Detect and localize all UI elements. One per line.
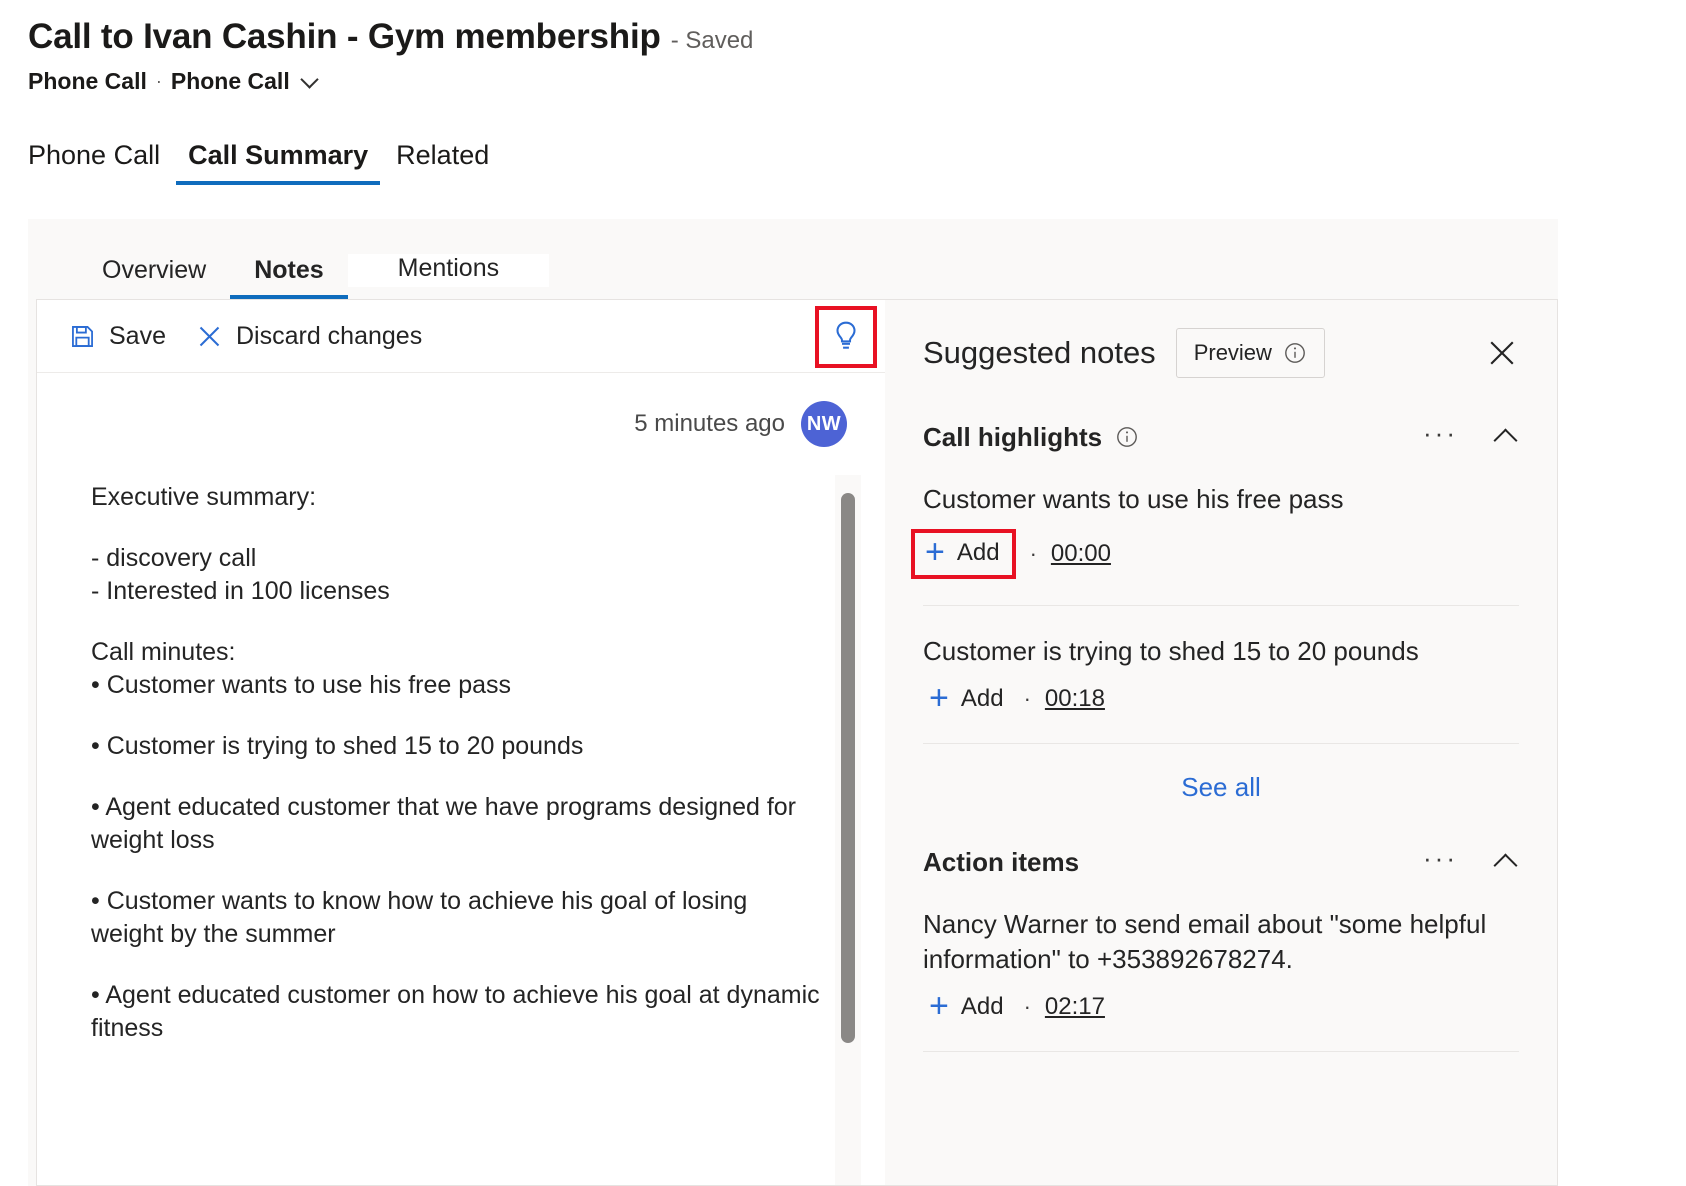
note-meta: 5 minutes ago NW <box>37 373 885 447</box>
separator: · <box>1024 686 1031 712</box>
divider <box>923 1051 1519 1052</box>
discard-changes-button[interactable]: Discard changes <box>196 322 422 351</box>
avatar[interactable]: NW <box>801 401 847 447</box>
summary-tab-list: Overview Notes Mentions <box>28 219 1558 299</box>
notes-toolbar: Save Discard changes <box>37 300 885 373</box>
plus-icon: + <box>929 687 949 711</box>
add-highlight-button[interactable]: + Add <box>923 681 1010 717</box>
note-summary-bullet-2: - Interested in 100 licenses <box>91 575 825 608</box>
spacer <box>91 514 825 542</box>
list-item: Nancy Warner to send email about "some h… <box>885 907 1557 1025</box>
title-row: Call to Ivan Cashin - Gym membership - S… <box>28 18 1686 57</box>
save-button-label: Save <box>109 322 166 351</box>
section-header-action-items: Action items ··· <box>885 845 1557 879</box>
spacer <box>91 608 825 636</box>
breadcrumb: Phone Call · Phone Call <box>28 68 1686 95</box>
chevron-down-icon[interactable] <box>301 72 319 90</box>
tab-phone-call[interactable]: Phone Call <box>28 140 174 185</box>
timestamp-link[interactable]: 00:00 <box>1051 540 1111 568</box>
breadcrumb-entity-type: Phone Call <box>171 68 290 95</box>
note-minutes-bullet-2: • Customer is trying to shed 15 to 20 po… <box>91 730 825 763</box>
list-item: Customer is trying to shed 15 to 20 poun… <box>885 634 1557 717</box>
add-button-label: Add <box>957 539 1000 567</box>
suggested-notes-toggle-button[interactable] <box>815 306 877 368</box>
see-all-row: See all <box>885 744 1557 803</box>
action-item-actions: + Add · 02:17 <box>923 989 1519 1025</box>
note-minutes-bullet-4: • Customer wants to know how to achieve … <box>91 885 825 951</box>
spacer <box>91 763 825 791</box>
tab-call-summary[interactable]: Call Summary <box>174 140 382 185</box>
note-minutes-bullet-3: • Agent educated customer that we have p… <box>91 791 825 857</box>
note-timestamp: 5 minutes ago <box>634 410 785 438</box>
discard-button-label: Discard changes <box>236 322 422 351</box>
suggested-notes-header: Suggested notes Preview <box>885 300 1557 378</box>
ellipsis-icon[interactable]: ··· <box>1423 420 1458 454</box>
divider <box>923 605 1519 606</box>
record-header: Call to Ivan Cashin - Gym membership - S… <box>0 0 1686 95</box>
spacer <box>91 702 825 730</box>
plus-icon: + <box>925 541 945 565</box>
call-summary-panel: Overview Notes Mentions Save <box>28 219 1558 1186</box>
note-minutes-heading: Call minutes: <box>91 636 825 669</box>
separator: · <box>1030 541 1037 567</box>
notes-scrollbar-thumb[interactable] <box>841 493 855 1043</box>
close-x-icon <box>196 323 223 350</box>
subtab-overview[interactable]: Overview <box>78 256 230 299</box>
highlight-actions: + Add · 00:18 <box>923 681 1519 717</box>
action-item-text: Nancy Warner to send email about "some h… <box>923 907 1519 977</box>
add-highlight-button[interactable]: + Add <box>911 529 1016 579</box>
list-item: Customer wants to use his free pass + Ad… <box>885 482 1557 579</box>
notes-scrollbar[interactable] <box>835 475 861 1185</box>
breadcrumb-separator: · <box>156 71 162 92</box>
note-summary-bullet-1: - discovery call <box>91 542 825 575</box>
save-icon <box>69 323 96 350</box>
save-button[interactable]: Save <box>69 322 166 351</box>
note-minutes-bullet-1: • Customer wants to use his free pass <box>91 669 825 702</box>
preview-badge[interactable]: Preview <box>1176 328 1325 378</box>
page-title: Call to Ivan Cashin - Gym membership <box>28 18 661 57</box>
breadcrumb-entity-name: Phone Call <box>28 68 147 95</box>
spacer <box>91 951 825 979</box>
notes-panel: Save Discard changes 5 mi <box>36 299 885 1186</box>
suggested-notes-panel: Suggested notes Preview Call highlights <box>885 299 1558 1186</box>
form-tab-list: Phone Call Call Summary Related <box>0 127 1686 185</box>
info-icon <box>1283 341 1307 365</box>
see-all-link[interactable]: See all <box>1181 772 1261 803</box>
chevron-up-icon[interactable] <box>1493 424 1519 450</box>
subtab-mentions[interactable]: Mentions <box>348 254 549 287</box>
separator: · <box>1024 994 1031 1020</box>
highlight-actions: + Add · 00:00 <box>923 529 1519 579</box>
note-minutes-bullet-5: • Agent educated customer on how to achi… <box>91 979 825 1045</box>
save-status: - Saved <box>671 27 754 55</box>
note-body[interactable]: Executive summary: - discovery call - In… <box>37 447 885 1185</box>
chevron-up-icon[interactable] <box>1493 849 1519 875</box>
add-action-item-button[interactable]: + Add <box>923 989 1010 1025</box>
summary-panels: Save Discard changes 5 mi <box>36 299 1558 1186</box>
ellipsis-icon[interactable]: ··· <box>1423 845 1458 879</box>
highlight-text: Customer is trying to shed 15 to 20 poun… <box>923 634 1519 669</box>
close-panel-button[interactable] <box>1485 336 1519 370</box>
lightbulb-icon <box>831 320 861 354</box>
preview-badge-label: Preview <box>1194 340 1272 366</box>
section-title-call-highlights: Call highlights <box>923 422 1102 453</box>
suggested-notes-title: Suggested notes <box>923 335 1156 371</box>
spacer <box>91 857 825 885</box>
section-title-action-items: Action items <box>923 847 1079 878</box>
tab-related[interactable]: Related <box>382 140 503 185</box>
info-icon[interactable] <box>1115 425 1139 449</box>
note-summary-heading: Executive summary: <box>91 481 825 514</box>
add-button-label: Add <box>961 685 1004 713</box>
timestamp-link[interactable]: 02:17 <box>1045 993 1105 1021</box>
plus-icon: + <box>929 995 949 1019</box>
subtab-notes[interactable]: Notes <box>230 256 347 299</box>
highlight-text: Customer wants to use his free pass <box>923 482 1519 517</box>
add-button-label: Add <box>961 993 1004 1021</box>
timestamp-link[interactable]: 00:18 <box>1045 685 1105 713</box>
section-header-call-highlights: Call highlights ··· <box>885 420 1557 454</box>
